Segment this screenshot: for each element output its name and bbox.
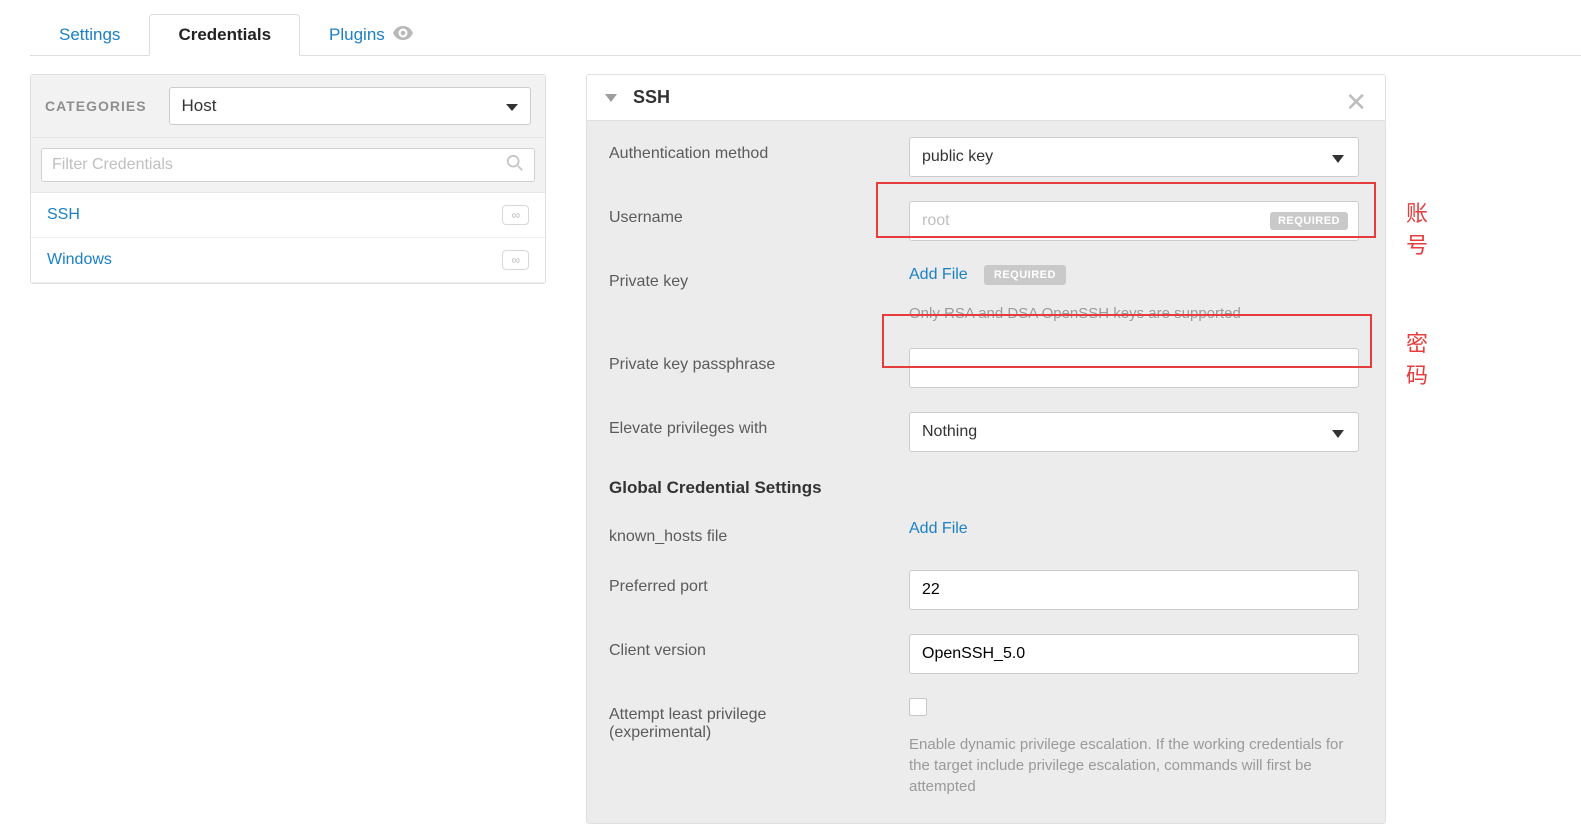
filter-credentials[interactable] <box>41 148 535 182</box>
eye-icon <box>393 25 413 45</box>
passphrase-input-wrap <box>909 348 1359 388</box>
sidebar-item-label: SSH <box>47 206 80 224</box>
panel-title: SSH <box>633 87 670 108</box>
private-key-label: Private key <box>609 265 909 291</box>
link-icon: ∞ <box>502 205 529 225</box>
sidebar-item-ssh[interactable]: SSH ∞ <box>31 193 545 238</box>
tabs: Settings Credentials Plugins <box>30 14 1581 56</box>
tab-plugins[interactable]: Plugins <box>300 14 442 55</box>
add-file-known-hosts[interactable]: Add File <box>909 520 968 537</box>
auth-method-select[interactable]: public key <box>909 137 1359 177</box>
client-version-label: Client version <box>609 634 909 660</box>
elevate-label: Elevate privileges with <box>609 412 909 438</box>
add-file-private-key[interactable]: Add File <box>909 266 968 283</box>
categories-label: CATEGORIES <box>45 98 147 114</box>
sidebar-item-windows[interactable]: Windows ∞ <box>31 238 545 283</box>
client-version-input-wrap <box>909 634 1359 674</box>
global-credential-settings-heading: Global Credential Settings <box>609 478 1363 498</box>
sidebar-header: CATEGORIES Host <box>31 75 545 138</box>
link-icon: ∞ <box>502 250 529 270</box>
tab-settings[interactable]: Settings <box>30 14 149 55</box>
username-label: Username <box>609 201 909 227</box>
filter-wrap <box>31 138 545 193</box>
annotation-label-account: 账号 <box>1406 196 1428 260</box>
tab-plugins-label: Plugins <box>329 25 385 45</box>
elevate-value: Nothing <box>922 423 977 441</box>
known-hosts-label: known_hosts file <box>609 520 909 546</box>
username-input-wrap: REQUIRED <box>909 201 1359 241</box>
auth-method-label: Authentication method <box>609 137 909 163</box>
panel-header: SSH ✕ <box>587 75 1385 121</box>
preferred-port-input[interactable] <box>922 581 1346 599</box>
least-privilege-label: Attempt least privilege (experimental) <box>609 698 909 742</box>
annotation-label-password: 密码 <box>1406 326 1428 390</box>
search-icon <box>506 154 524 177</box>
private-key-hint: Only RSA and DSA OpenSSH keys are suppor… <box>909 303 1363 324</box>
close-icon[interactable]: ✕ <box>1345 87 1367 118</box>
categories-select-value: Host <box>182 96 217 116</box>
least-privilege-hint: Enable dynamic privilege escalation. If … <box>909 734 1363 797</box>
passphrase-label: Private key passphrase <box>609 348 909 374</box>
passphrase-input[interactable] <box>922 359 1346 377</box>
preferred-port-label: Preferred port <box>609 570 909 596</box>
categories-select[interactable]: Host <box>169 87 531 125</box>
sidebar-item-label: Windows <box>47 251 112 269</box>
client-version-input[interactable] <box>922 645 1346 663</box>
preferred-port-input-wrap <box>909 570 1359 610</box>
required-badge: REQUIRED <box>1270 212 1348 230</box>
elevate-select[interactable]: Nothing <box>909 412 1359 452</box>
collapse-toggle-icon[interactable] <box>605 94 617 102</box>
least-privilege-checkbox[interactable] <box>909 698 927 716</box>
auth-method-value: public key <box>922 148 993 166</box>
ssh-panel: SSH ✕ Authentication method public key U <box>586 74 1386 824</box>
required-badge: REQUIRED <box>984 265 1066 285</box>
sidebar: CATEGORIES Host SSH ∞ Windows ∞ <box>30 74 546 284</box>
tab-credentials[interactable]: Credentials <box>149 14 300 56</box>
filter-input[interactable] <box>52 156 524 174</box>
